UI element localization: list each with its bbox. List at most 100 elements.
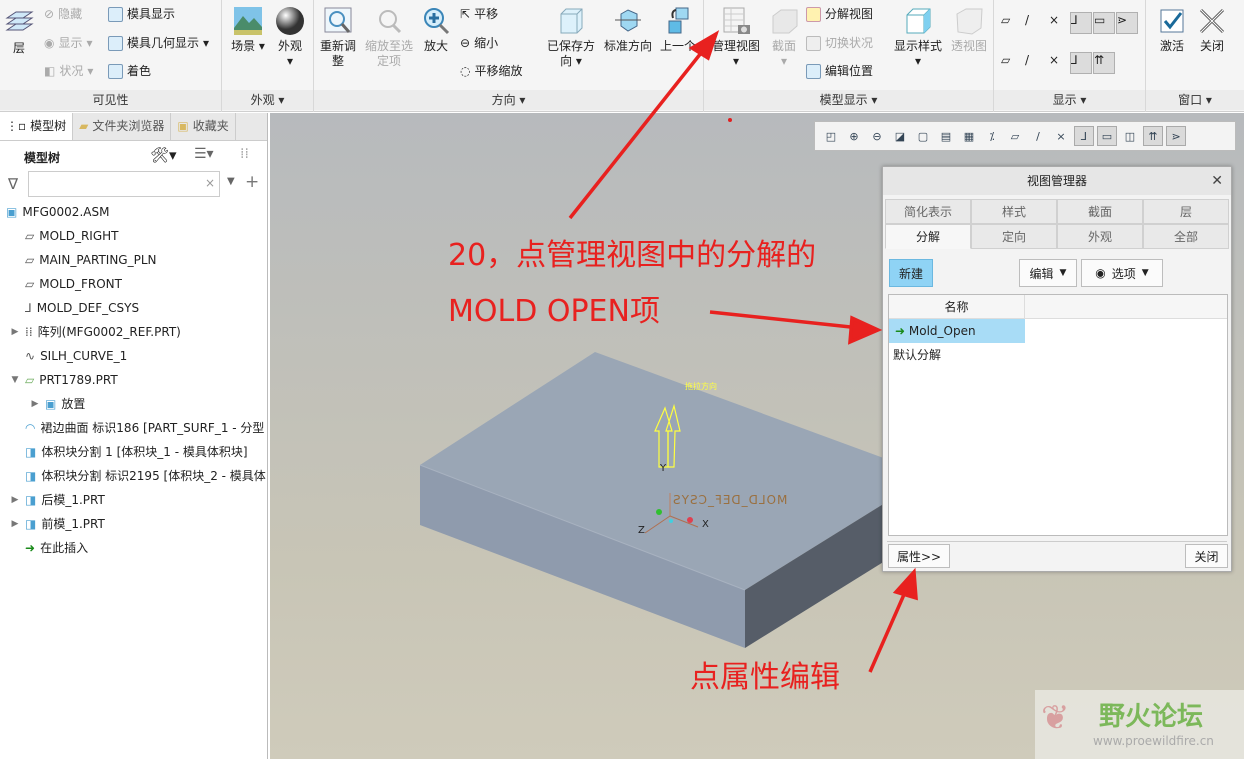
tree-item[interactable]: ▼ ▱ PRT1789.PRT [0,369,118,391]
tree-item[interactable]: ▶ ⁞⁞ 阵列(MFG0002_REF.PRT) [0,321,181,343]
toggle-status-button[interactable]: 切换状况 [806,34,873,52]
tree-item[interactable]: ∿ SILH_CURVE_1 [0,345,127,367]
axis-display-icon[interactable]: / [1024,12,1046,34]
pan-zoom-button[interactable]: ◌ 平移缩放 [460,62,523,80]
annotation-display-icon[interactable]: ▭ [1097,126,1117,146]
zoom-to-selected-button[interactable]: 缩放至选定项 [364,6,414,69]
tree-columns-icon[interactable]: ☰▾ [194,146,214,162]
manage-views-button[interactable]: 管理视图 ▾ [708,6,764,69]
plane-tag-icon[interactable]: ▱ [1000,52,1022,74]
display-style-button[interactable]: 显示样式 ▾ [890,6,946,69]
csys-tag-icon[interactable]: ⅃ [1070,52,1092,74]
repaint-icon[interactable]: ◪ [890,126,910,146]
pan-button[interactable]: ⇱ 平移 [460,5,498,23]
csys-display-icon[interactable]: ⅃ [1074,126,1094,146]
tree-item[interactable]: ◨ 体积块分割 标识2195 [体积块_2 - 模具体 [0,465,266,487]
zoom-out-icon[interactable]: ⊖ [867,126,887,146]
zoom-in-button[interactable]: 放大 [418,6,454,54]
new-button[interactable]: 新建 [889,259,933,287]
refit-icon[interactable]: ◰ [821,126,841,146]
hide-button[interactable]: ⊘ 隐藏 [44,5,82,23]
tab-favorites[interactable]: ▣ 收藏夹 [171,113,236,140]
activate-button[interactable]: 激活 [1152,6,1192,54]
column-name[interactable]: 名称 [889,295,1025,318]
zoom-out-button[interactable]: ⊖ 缩小 [460,34,498,52]
tab-folder-browser[interactable]: ▰ 文件夹浏览器 [73,113,172,140]
expand-toggle-icon[interactable]: ▼ [10,369,20,391]
edit-dropdown[interactable]: 编辑 ▼ [1019,259,1077,287]
annotation-display-icon[interactable]: ▭ [1093,12,1115,34]
close-button[interactable]: 关闭 [1185,544,1228,568]
tab-simplified-rep[interactable]: 简化表示 [885,199,971,224]
datum-display-icon[interactable]: ⁒ [982,126,1002,146]
tab-appearance[interactable]: 外观 [1057,224,1143,249]
scene-button[interactable]: 场景 ▾ [228,6,268,54]
tab-orient[interactable]: 定向 [971,224,1057,249]
properties-button[interactable]: 属性>> [888,544,950,568]
axis-display-icon[interactable]: / [1028,126,1048,146]
tab-style[interactable]: 样式 [971,199,1057,224]
shade-button[interactable]: 着色 [108,62,151,80]
tab-all[interactable]: 全部 [1143,224,1229,249]
saved-orientations-button[interactable]: 已保存方向 ▾ [542,6,600,69]
spin-center-icon[interactable]: ⋗ [1116,12,1138,34]
close-icon[interactable]: ✕ [1211,167,1223,195]
close-window-button[interactable]: 关闭 [1194,6,1230,54]
mold-geometry-display-button[interactable]: 模具几何显示 ▾ [108,34,209,52]
section-button[interactable]: 截面 ▾ [766,6,802,69]
tree-item[interactable]: ◠ 裙边曲面 标识186 [PART_SURF_1 - 分型 [0,417,264,439]
add-icon[interactable]: + [245,172,259,192]
view-manager-icon[interactable]: ▦ [959,126,979,146]
plane-display-icon[interactable]: ▱ [1005,126,1025,146]
explode-view-button[interactable]: 分解视图 [806,5,873,23]
mold-display-icon[interactable]: ◫ [1120,126,1140,146]
search-dropdown-icon[interactable]: ▼ [227,176,235,187]
tab-section[interactable]: 截面 [1057,199,1143,224]
mold-display-button[interactable]: 模具显示 [108,5,175,23]
tree-item[interactable]: ▶ ▣ 放置 [0,393,86,415]
tree-item[interactable]: ▱ MOLD_FRONT [0,273,122,295]
clear-icon[interactable]: × [205,176,215,190]
tree-search-input[interactable] [28,171,220,197]
previous-view-button[interactable]: 上一个 [656,6,700,54]
pull-direction-icon[interactable]: ⇈ [1093,52,1115,74]
tree-item[interactable]: ▣ MFG0002.ASM [0,201,109,223]
spin-center-icon[interactable]: ⋗ [1166,126,1186,146]
tree-item[interactable]: ⅃ MOLD_DEF_CSYS [0,297,139,319]
tree-item[interactable]: ▶ ◨ 后模_1.PRT [0,489,105,511]
saved-views-icon[interactable]: ▤ [936,126,956,146]
tree-item[interactable]: ▶ ◨ 前模_1.PRT [0,513,105,535]
display-style-icon[interactable]: ▢ [913,126,933,146]
tab-model-tree[interactable]: ⋮▫ 模型树 [0,113,74,140]
tree-settings-icon[interactable]: 🛠▾ [150,146,177,164]
point-tag-icon[interactable]: × [1048,52,1070,74]
tab-explode[interactable]: 分解 [885,224,971,249]
appearance-button[interactable]: 外观 ▾ [272,6,308,69]
axis-tag-icon[interactable]: / [1024,52,1046,74]
list-item-default-explode[interactable]: 默认分解 [889,343,1227,367]
point-display-icon[interactable]: × [1051,126,1071,146]
tree-item[interactable]: ▱ MOLD_RIGHT [0,225,119,247]
perspective-button[interactable]: 透视图 [948,6,990,54]
expand-toggle-icon[interactable]: ▶ [10,489,20,511]
options-dropdown[interactable]: ◉ 选项 ▼ [1081,259,1163,287]
expand-toggle-icon[interactable]: ▶ [10,513,20,535]
list-item-mold-open[interactable]: ➜ Mold_Open [889,319,1025,343]
point-display-icon[interactable]: × [1048,12,1070,34]
refit-button[interactable]: 重新调整 [318,6,358,69]
tab-layers[interactable]: 层 [1143,199,1229,224]
edit-position-button[interactable]: 编辑位置 [806,62,873,80]
pull-direction-icon[interactable]: ⇈ [1143,126,1163,146]
zoom-in-icon[interactable]: ⊕ [844,126,864,146]
expand-toggle-icon[interactable]: ▶ [10,321,20,343]
tree-item[interactable]: ▱ MAIN_PARTING_PLN [0,249,157,271]
status-button[interactable]: ◧ 状况 ▾ [44,62,93,80]
tree-item[interactable]: ➜ 在此插入 [0,537,88,559]
standard-orientation-button[interactable]: 标准方向 [602,6,654,54]
csys-display-icon[interactable]: ⅃ [1070,12,1092,34]
tree-filter-show-icon[interactable]: ⁞⁞ [240,146,249,162]
show-button[interactable]: ◉ 显示 ▾ [44,34,93,52]
tree-item[interactable]: ◨ 体积块分割 1 [体积块_1 - 模具体积块] [0,441,248,463]
expand-toggle-icon[interactable]: ▶ [30,393,40,415]
layer-button[interactable]: 层 [4,8,34,56]
